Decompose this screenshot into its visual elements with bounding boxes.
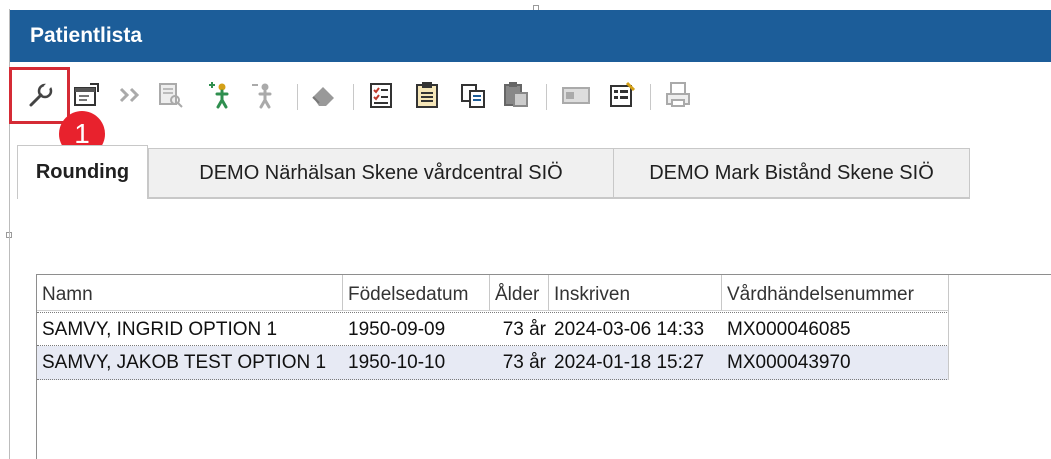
checklist-icon[interactable] [364,75,398,115]
table-row[interactable]: SAMVY, JAKOB TEST OPTION 1 1950-10-10 73… [37,346,949,380]
cell-namn: SAMVY, INGRID OPTION 1 [42,319,278,340]
clipboard-icon[interactable] [410,75,444,115]
cell-inskriven: 2024-01-18 15:27 [554,352,705,373]
column-header-vardhandelsenummer[interactable]: Vårdhändelsenummer [722,275,949,311]
person-remove-icon[interactable] [247,75,281,115]
toolbar [10,62,1051,134]
window-properties-icon[interactable] [70,75,104,115]
document-search-icon[interactable] [153,75,187,115]
card-icon[interactable] [559,75,593,115]
cell-fodelsedatum: 1950-10-10 [348,352,446,373]
eraser-icon[interactable] [307,75,341,115]
toolbar-separator [297,84,298,110]
tab-baseline [147,198,970,199]
cell-alder: 73 år [502,319,546,340]
tab-rounding[interactable]: Rounding [17,145,148,199]
column-header-namn[interactable]: Namn [37,275,343,311]
tab-narhalsan-skene[interactable]: DEMO Närhälsan Skene vårdcentral SIÖ [148,148,614,198]
cell-vardhandelsenummer: MX000043970 [727,352,851,373]
table-row[interactable]: SAMVY, INGRID OPTION 1 1950-09-09 73 år … [37,312,949,346]
window-titlebar: Patientlista [10,10,1051,62]
clipboard-paste-icon[interactable] [499,75,533,115]
cell-namn: SAMVY, JAKOB TEST OPTION 1 [42,352,327,373]
cell-vardhandelsenummer: MX000046085 [727,319,851,340]
cell-fodelsedatum: 1950-09-09 [348,319,446,340]
cell-alder: 73 år [502,352,546,373]
toolbar-separator [650,84,651,110]
double-chevron-right-icon[interactable] [114,75,148,115]
window-title: Patientlista [30,24,143,47]
tab-bar: Rounding DEMO Närhälsan Skene vårdcentra… [17,145,1051,199]
print-icon[interactable] [661,75,695,115]
form-edit-icon[interactable] [605,75,639,115]
column-header-inskriven[interactable]: Inskriven [549,275,722,311]
table-right-border [948,311,949,380]
tab-mark-bistand-skene[interactable]: DEMO Mark Bistånd Skene SIÖ [614,148,970,198]
table-header: Namn Födelsedatum Ålder Inskriven Vårdhä… [37,275,949,311]
person-add-icon[interactable] [204,75,238,115]
column-header-fodelsedatum[interactable]: Födelsedatum [343,275,490,311]
annotation-highlight-box [9,67,70,124]
toolbar-separator [546,84,547,110]
column-header-alder[interactable]: Ålder [490,275,549,311]
patient-table: Namn Födelsedatum Ålder Inskriven Vårdhä… [36,274,1051,459]
toolbar-separator [353,84,354,110]
cell-inskriven: 2024-03-06 14:33 [554,319,705,340]
clipboard-copy-icon[interactable] [456,75,490,115]
